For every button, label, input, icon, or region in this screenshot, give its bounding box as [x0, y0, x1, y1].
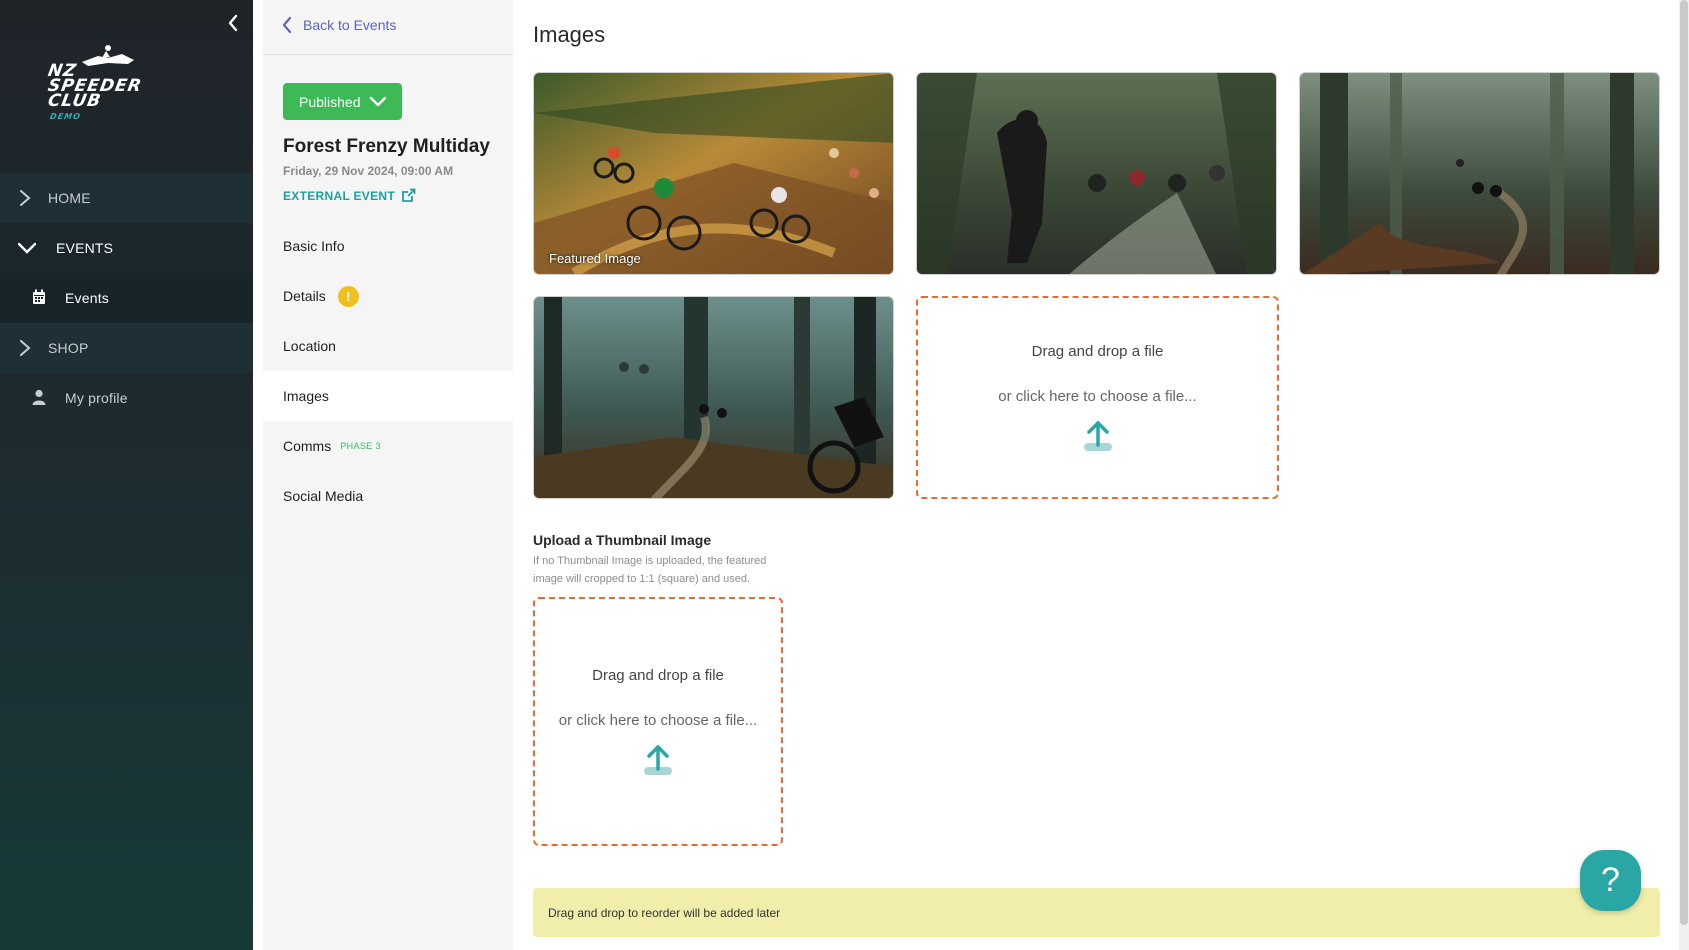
dropzone-secondary-text: or click here to choose a file... [998, 387, 1197, 405]
warning-icon: ! [337, 285, 359, 307]
image-upload-dropzone[interactable]: Drag and drop a file or click here to ch… [916, 296, 1279, 499]
chevron-down-icon [369, 96, 386, 106]
upload-icon [1083, 420, 1112, 451]
menu-item-label: Details [283, 288, 326, 304]
thumbnail-heading: Upload a Thumbnail Image [533, 532, 712, 548]
mountain-bike-race-image [534, 73, 893, 274]
external-event-label: EXTERNAL EVENT [283, 188, 395, 203]
reorder-notice: Drag and drop to reorder will be added l… [533, 888, 1660, 937]
back-to-events-link[interactable]: Back to Events [281, 16, 396, 34]
dark-forest-riders-image [534, 297, 893, 498]
rider-logo-icon [82, 45, 134, 66]
thumbnail-upload-dropzone[interactable]: Drag and drop a file or click here to ch… [533, 597, 783, 846]
sidebar-item-label: HOME [48, 190, 91, 206]
chevron-left-icon [282, 16, 292, 34]
upload-icon [644, 744, 672, 775]
menu-item-images[interactable]: Images [263, 371, 513, 421]
event-image-4[interactable] [533, 296, 894, 499]
external-event-link[interactable]: EXTERNAL EVENT [283, 188, 416, 203]
sidebar-item-label: Events [65, 290, 109, 306]
menu-item-social-media[interactable]: Social Media [263, 471, 513, 521]
jungle-trail-image [917, 73, 1276, 274]
event-date: Friday, 29 Nov 2024, 09:00 AM [283, 164, 454, 178]
menu-item-label: Comms [283, 438, 332, 454]
menu-item-comms[interactable]: Comms PHASE 3 [263, 421, 513, 471]
person-icon [32, 389, 46, 405]
back-link-label: Back to Events [303, 17, 397, 33]
sidebar-item-events[interactable]: Events [0, 273, 253, 323]
event-image-3[interactable] [1299, 72, 1660, 275]
sidebar-item-label: SHOP [48, 340, 89, 356]
featured-image-label: Featured Image [549, 251, 641, 266]
chevron-down-icon [18, 242, 36, 254]
sidebar-item-events-group[interactable]: EVENTS [0, 223, 253, 273]
sidebar-nav: HOME EVENTS Events SHOP My profile [0, 173, 253, 423]
sidebar-item-home[interactable]: HOME [0, 173, 253, 223]
misty-forest-image [1300, 73, 1659, 274]
help-button-label: ? [1601, 861, 1620, 899]
chevron-right-icon [20, 340, 31, 356]
sidebar-item-shop[interactable]: SHOP [0, 323, 253, 373]
dropzone-primary-text: Drag and drop a file [1031, 342, 1164, 360]
menu-item-basic-info[interactable]: Basic Info [263, 221, 513, 271]
publish-status-dropdown[interactable]: Published [283, 83, 402, 120]
external-link-icon [402, 188, 416, 202]
event-title: Forest Frenzy Multiday [283, 136, 490, 157]
menu-item-location[interactable]: Location [263, 321, 513, 371]
logo-line-3: CLUB [46, 91, 103, 111]
thumbnail-help-text: If no Thumbnail Image is uploaded, the f… [533, 555, 767, 585]
menu-item-label: Images [283, 388, 329, 404]
status-label: Published [299, 93, 361, 110]
event-panel: Back to Events Published Forest Frenzy M… [263, 0, 513, 950]
logo-demo-tag: DEMO [49, 112, 82, 121]
event-image-2[interactable] [916, 72, 1277, 275]
dropzone-primary-text: Drag and drop a file [592, 666, 724, 684]
menu-item-label: Basic Info [283, 238, 345, 254]
menu-item-details[interactable]: Details ! [263, 271, 513, 321]
calendar-icon [33, 289, 45, 304]
collapse-sidebar-button[interactable] [224, 12, 242, 34]
phase-tag: PHASE 3 [340, 441, 382, 451]
dropzone-secondary-text: or click here to choose a file... [558, 711, 758, 729]
event-image-featured[interactable]: Featured Image [533, 72, 894, 275]
sidebar-item-label: EVENTS [56, 240, 114, 256]
sidebar-item-label: My profile [65, 390, 128, 406]
chevron-right-icon [20, 190, 31, 206]
divider [263, 54, 513, 55]
sidebar: NZ SPEEDER CLUB DEMO HOME EVENTS Events … [0, 0, 253, 950]
page-title: Images [533, 22, 606, 47]
menu-item-label: Location [283, 338, 336, 354]
club-logo[interactable]: NZ SPEEDER CLUB DEMO [44, 42, 154, 130]
notice-text: Drag and drop to reorder will be added l… [548, 905, 781, 920]
main-content: Images Featured Image Drag and drop a fi… [533, 0, 1678, 950]
scrollbar-thumb[interactable] [1680, 0, 1688, 925]
event-menu: Basic Info Details ! Location Images Com… [263, 221, 513, 521]
menu-item-label: Social Media [283, 488, 364, 504]
sidebar-item-my-profile[interactable]: My profile [0, 373, 253, 423]
chevron-left-icon [228, 14, 238, 32]
help-button[interactable]: ? [1580, 850, 1641, 911]
